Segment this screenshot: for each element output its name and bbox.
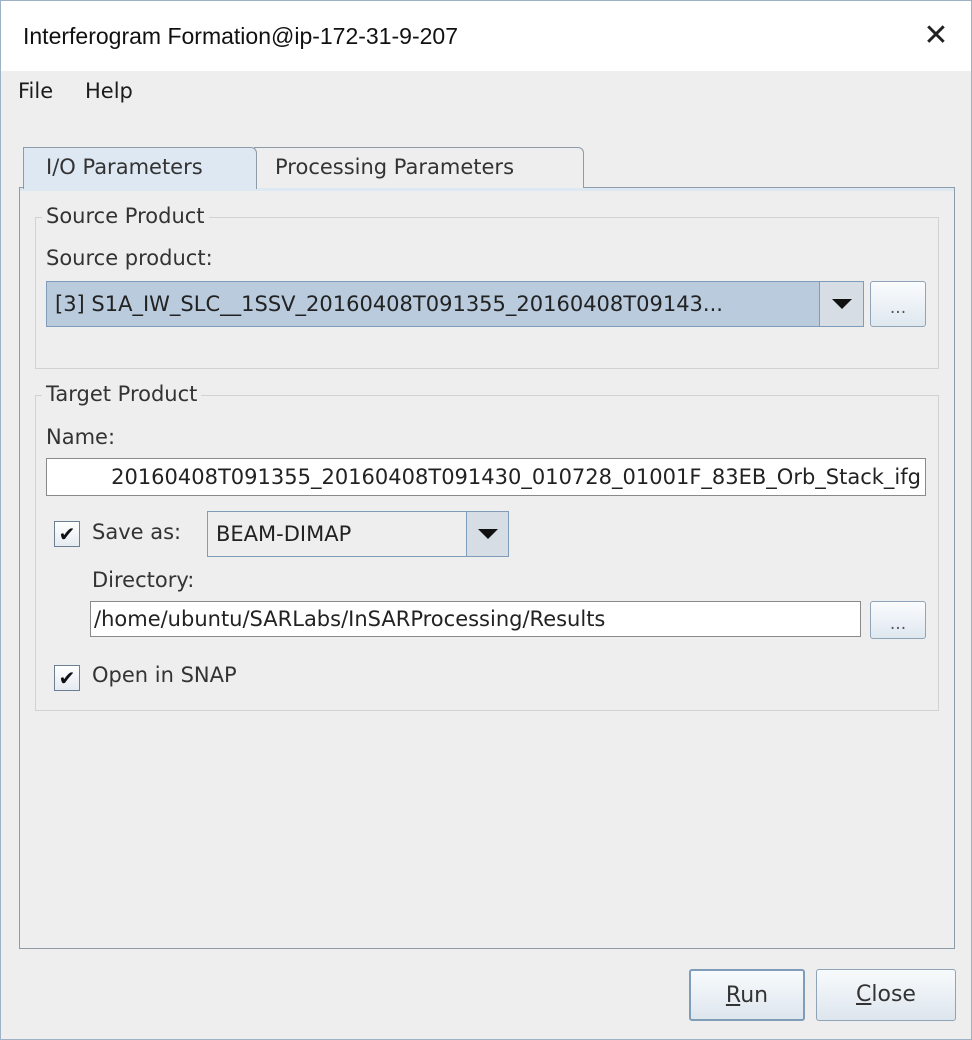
directory-browse-button[interactable]: ... — [870, 601, 926, 639]
dialog-window: Interferogram Formation@ip-172-31-9-207 … — [0, 0, 972, 1040]
save-format-select[interactable]: BEAM-DIMAP — [207, 511, 509, 557]
directory-field[interactable]: /home/ubuntu/SARLabs/InSARProcessing/Res… — [90, 601, 861, 637]
save-format-value: BEAM-DIMAP — [216, 522, 352, 546]
target-name-field[interactable]: 20160408T091355_20160408T091430_010728_0… — [46, 458, 926, 496]
run-button[interactable]: Run — [689, 969, 805, 1021]
source-product-group-title: Source Product — [42, 204, 209, 228]
source-browse-button[interactable]: ... — [870, 281, 926, 327]
source-product-select[interactable]: [3] S1A_IW_SLC__1SSV_20160408T091355_201… — [46, 281, 864, 327]
window-title: Interferogram Formation@ip-172-31-9-207 — [23, 23, 458, 49]
target-product-group-title: Target Product — [42, 382, 202, 406]
close-button[interactable]: Close — [816, 969, 956, 1021]
target-name-value: 20160408T091355_20160408T091430_010728_0… — [111, 465, 921, 489]
close-icon[interactable]: ✕ — [919, 19, 953, 53]
open-in-snap-label: Open in SNAP — [92, 663, 237, 687]
run-button-mnemonic: R — [725, 983, 741, 1008]
directory-value: /home/ubuntu/SARLabs/InSARProcessing/Res… — [94, 607, 606, 631]
save-as-label: Save as: — [92, 520, 182, 544]
menu-file[interactable]: File — [18, 79, 53, 103]
source-product-label: Source product: — [46, 246, 213, 270]
chevron-down-icon — [832, 299, 852, 309]
menu-bar: File Help — [1, 71, 971, 113]
directory-label: Directory: — [92, 568, 195, 592]
save-as-checkbox[interactable]: ✔ — [54, 521, 80, 547]
open-in-snap-checkbox[interactable]: ✔ — [54, 665, 80, 691]
title-bar: Interferogram Formation@ip-172-31-9-207 … — [1, 1, 971, 71]
close-button-mnemonic: C — [856, 982, 872, 1007]
name-label: Name: — [46, 425, 116, 449]
save-format-dropdown-button[interactable] — [466, 512, 508, 556]
source-product-dropdown-button[interactable] — [819, 282, 863, 326]
source-product-value: [3] S1A_IW_SLC__1SSV_20160408T091355_201… — [55, 292, 723, 316]
tab-processing-parameters[interactable]: Processing Parameters — [254, 147, 584, 188]
chevron-down-icon — [478, 529, 498, 539]
menu-help[interactable]: Help — [85, 79, 133, 103]
close-button-label: lose — [871, 982, 916, 1007]
tab-io-parameters[interactable]: I/O Parameters — [23, 147, 257, 189]
run-button-label: un — [740, 983, 769, 1008]
